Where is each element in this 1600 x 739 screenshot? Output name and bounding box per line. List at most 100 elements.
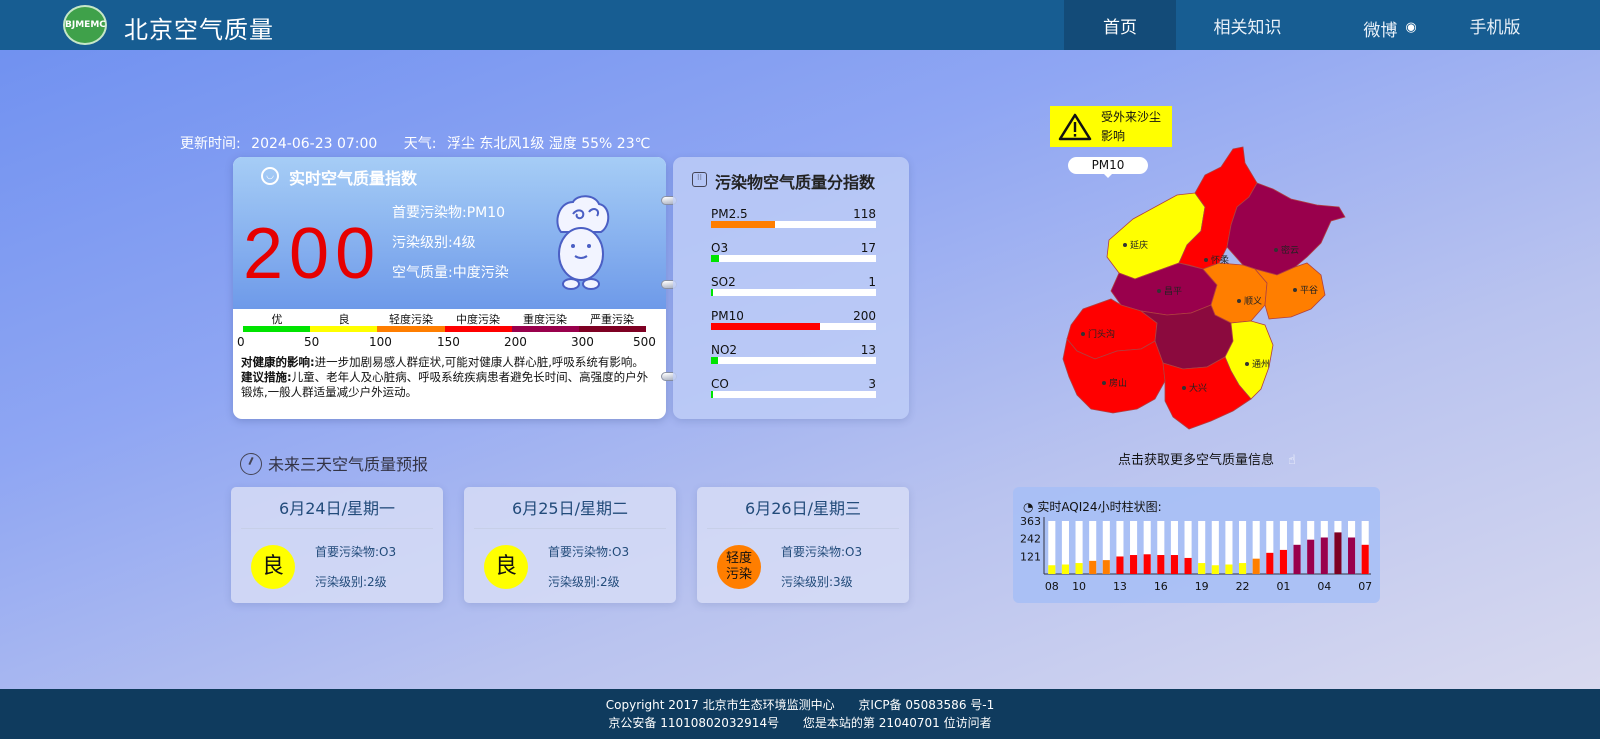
chart-bar <box>1198 563 1206 574</box>
pollutant-row-o3: O3 17 <box>711 241 876 263</box>
forecast-primary-pollutant: 首要污染物:O3 <box>781 545 863 559</box>
pollutant-bar-track <box>711 221 876 228</box>
footer-icp[interactable]: 京ICP备 05083586 号-1 <box>858 698 994 712</box>
dust-warning: 受外来沙尘影响 <box>1050 106 1172 147</box>
pollutant-index-card: ⁝⁝ 污染物空气质量分指数 PM2.5 118 O3 17 SO2 1 PM10… <box>673 157 909 419</box>
pollutant-name: SO2 <box>711 275 736 289</box>
chart-bar <box>1061 564 1069 574</box>
chart-x-tick-label: 01 <box>1276 580 1290 593</box>
forecast-pollution-level: 污染级别:3级 <box>781 575 853 589</box>
chart-x-tick-label: 22 <box>1236 580 1250 593</box>
forecast-level-badge: 良 <box>251 545 295 589</box>
chart-bar <box>1102 560 1110 574</box>
scale-number: 150 <box>437 335 460 349</box>
map-marker <box>1182 386 1186 390</box>
forecast-date: 6月24日/星期一 <box>241 495 433 529</box>
nav-knowledge[interactable]: 相关知识 <box>1195 0 1300 50</box>
suggested-measures-label: 建议措施: <box>241 370 292 384</box>
nav-knowledge-label: 相关知识 <box>1213 18 1282 38</box>
health-advice: 对健康的影响:进一步加剧易感人群症状,可能对健康人群心脏,呼吸系统有影响。 建议… <box>241 355 651 400</box>
scale-segment <box>444 326 512 332</box>
forecast-heading: 未来三天空气质量预报 <box>240 451 428 475</box>
suggested-measures: 建议措施:儿童、老年人及心脏病、呼吸系统疾病患者避免长时间、高强度的户外锻炼,一… <box>241 370 651 400</box>
map-marker <box>1245 362 1249 366</box>
pollutant-bar-fill <box>711 289 714 296</box>
pollutant-value: 1 <box>868 275 876 289</box>
chart-icon: ◔ <box>1023 500 1034 514</box>
update-time-label: 更新时间: <box>180 136 241 152</box>
footer-copyright: Copyright 2017 北京市生态环境监测中心 <box>605 698 835 712</box>
pollutant-row-no2: NO2 13 <box>711 343 876 365</box>
chart-bar <box>1252 558 1260 574</box>
pollutant-value: 13 <box>860 343 876 357</box>
weather-label: 天气: <box>403 136 437 152</box>
forecast-pollution-level: 污染级别:2级 <box>548 575 620 589</box>
map-label-mentougou: 门头沟 <box>1088 328 1115 340</box>
chart-y-tick-label: 242 <box>1020 533 1041 546</box>
badge-text: 轻度 <box>725 551 752 566</box>
pollutant-bar-fill <box>711 391 714 398</box>
pollutant-value: 118 <box>853 207 876 221</box>
map-label-daxing: 大兴 <box>1189 382 1207 394</box>
chart-bar <box>1116 556 1124 574</box>
map-marker <box>1102 381 1106 385</box>
map-marker <box>1274 248 1278 252</box>
chart-x-tick-label: 10 <box>1072 580 1086 593</box>
chart-bar <box>1170 555 1178 574</box>
scale-number: 300 <box>571 335 594 349</box>
pollutant-name: NO2 <box>711 343 738 357</box>
forecast-pollution-level: 污染级别:2级 <box>315 575 387 589</box>
pollutant-row-so2: SO2 1 <box>711 275 876 297</box>
footer-police-record[interactable]: 京公安备 11010802032914号 <box>608 716 779 730</box>
chart-y-tick-label: 363 <box>1020 515 1041 528</box>
pollutant-bar-track <box>711 289 876 296</box>
more-info-link[interactable]: 点击获取更多空气质量信息 ☝ <box>1118 449 1296 468</box>
map-label-miyun: 密云 <box>1281 244 1299 256</box>
map-label-fangshan: 房山 <box>1109 377 1127 389</box>
chart-x-tick-label: 16 <box>1154 580 1168 593</box>
map-label-tongzhou: 通州 <box>1252 359 1270 370</box>
scale-number: 0 <box>237 335 245 349</box>
pollutant-bar-fill <box>711 255 720 262</box>
scale-label-severe: 严重污染 <box>590 313 634 326</box>
site-title[interactable]: 北京空气质量 <box>124 10 274 45</box>
pollutant-value: 200 <box>853 309 876 323</box>
nav-mobile-label: 手机版 <box>1469 18 1521 38</box>
scale-number: 100 <box>369 335 392 349</box>
nav-mobile[interactable]: 手机版 <box>1450 0 1540 50</box>
pollutant-value: 17 <box>860 241 876 255</box>
scale-number: 200 <box>504 335 527 349</box>
scale-label-moderate: 中度污染 <box>456 313 500 326</box>
footer-visitor-count: 您是本站的第 21040701 位访问者 <box>802 716 992 730</box>
nav-home[interactable]: 首页 <box>1064 0 1176 50</box>
chart-bar <box>1184 557 1192 574</box>
chart-bar <box>1307 539 1315 574</box>
map-marker <box>1081 332 1085 336</box>
site-logo[interactable]: BJMEMC <box>63 5 107 45</box>
nav-weibo[interactable]: 微博 ◉ <box>1345 0 1435 50</box>
nav-weibo-label: 微博 <box>1363 21 1398 41</box>
pollutant-bar-fill <box>711 323 820 330</box>
map-pollutant-tag[interactable]: PM10 <box>1068 157 1148 178</box>
chart-title: ◔ 实时AQI24小时柱状图: <box>1023 498 1162 515</box>
chart-bar <box>1225 564 1233 574</box>
warning-text: 受外来沙尘影响 <box>1101 110 1162 143</box>
chart-bar <box>1048 565 1056 574</box>
scale-label-good: 良 <box>338 313 350 326</box>
forecast-card-day2: 6月25日/星期二 良 首要污染物:O3 污染级别:2级 <box>464 487 676 603</box>
page-footer: Copyright 2017 北京市生态环境监测中心 京ICP备 0508358… <box>0 689 1600 739</box>
forecast-card-day1: 6月24日/星期一 良 首要污染物:O3 污染级别:2级 <box>231 487 443 603</box>
pollution-level: 污染级别:4级 <box>392 235 476 251</box>
pollutant-name: PM10 <box>711 309 744 323</box>
pollutant-row-co: CO 3 <box>711 377 876 399</box>
scale-label-heavy: 重度污染 <box>523 313 567 326</box>
health-effect: 对健康的影响:进一步加剧易感人群症状,可能对健康人群心脏,呼吸系统有影响。 <box>241 355 651 370</box>
forecast-date: 6月26日/星期三 <box>707 495 899 529</box>
chart-bar <box>1334 532 1342 574</box>
beijing-district-map[interactable]: 延庆 怀柔 密云 昌平 顺义 平谷 门头沟 通州 房山 大兴 <box>1055 145 1373 435</box>
aqi-24h-chart-card: 363 242 121 08 10 13 16 19 22 01 04 07 ◔ 实时AQI24小时柱… <box>1013 487 1380 603</box>
pointing-hand-icon: ☝ <box>1288 453 1296 468</box>
chart-y-tick-label: 121 <box>1020 550 1041 563</box>
aqi-scale-numbers: 0 50 100 150 200 300 500 <box>237 335 657 349</box>
map-marker <box>1237 299 1241 303</box>
